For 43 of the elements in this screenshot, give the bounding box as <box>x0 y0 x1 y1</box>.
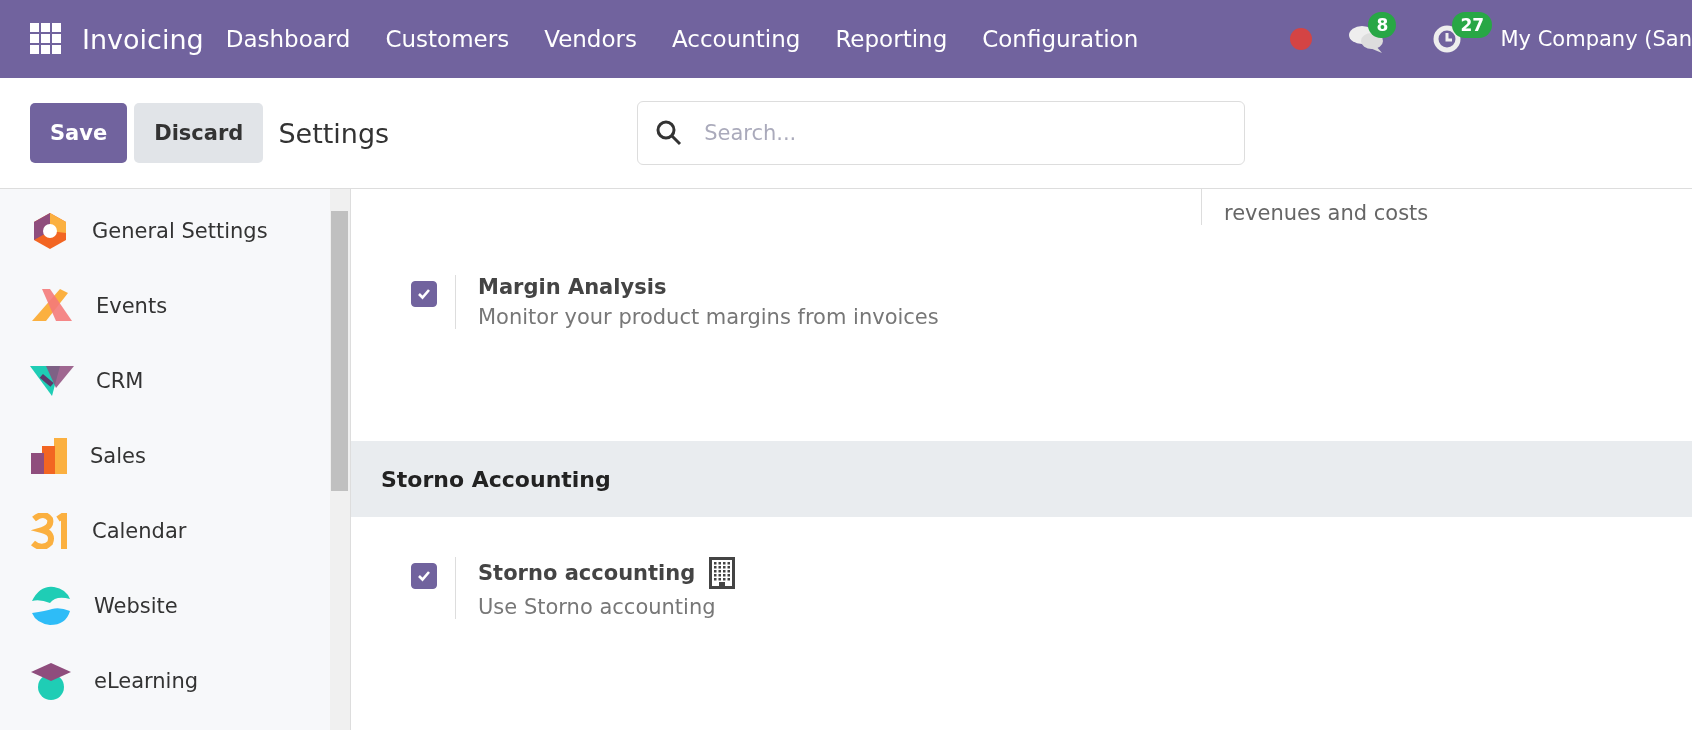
menu-item[interactable]: Customers <box>385 26 510 52</box>
handshake-logo-icon <box>30 365 74 396</box>
section-header: Storno Accounting <box>351 441 1692 517</box>
scrollbar-thumb[interactable] <box>331 211 348 491</box>
setting-description: revenues and costs <box>1224 201 1429 225</box>
setting-title: Margin Analysis <box>478 275 667 299</box>
discard-button[interactable]: Discard <box>134 103 264 163</box>
activity-count-badge: 27 <box>1452 12 1493 38</box>
checkmark-icon <box>417 288 431 300</box>
app-name[interactable]: Invoicing <box>82 23 204 55</box>
crossed-shapes-icon <box>30 288 74 323</box>
setting-description: Use Storno accounting <box>478 595 717 619</box>
sidebar-item[interactable]: Events <box>96 293 168 318</box>
status-dot <box>1290 28 1313 50</box>
menu-item[interactable]: Dashboard <box>225 26 351 52</box>
checkbox[interactable] <box>411 281 437 307</box>
sidebar-item[interactable]: Sales <box>90 443 146 468</box>
sidebar-item[interactable]: Website <box>94 593 178 618</box>
wave-logo-icon <box>30 584 72 627</box>
sidebar-item[interactable]: eLearning <box>94 668 199 693</box>
sidebar-item[interactable]: CRM <box>96 368 144 393</box>
checkmark-icon <box>417 570 431 582</box>
search-bar[interactable]: Search... <box>637 101 1246 165</box>
message-count-badge: 8 <box>1368 12 1397 38</box>
menu-item[interactable]: Vendors <box>544 26 637 52</box>
menu-item[interactable]: Reporting <box>835 26 948 52</box>
page-title: Settings <box>278 117 390 149</box>
apps-grid-icon[interactable] <box>30 23 62 55</box>
company-switcher[interactable]: My Company (San <box>1500 27 1692 51</box>
search-icon <box>656 120 683 146</box>
save-button[interactable]: Save <box>30 103 128 163</box>
setting-title: Storno accounting <box>478 561 696 585</box>
scrollbar[interactable] <box>330 189 351 730</box>
bar-chart-icon <box>30 437 68 474</box>
menu-item[interactable]: Accounting <box>672 26 801 52</box>
sidebar-item[interactable]: Calendar <box>92 518 187 543</box>
graduation-cap-icon <box>30 660 72 701</box>
checkbox[interactable] <box>411 563 437 589</box>
calendar-number-icon <box>30 512 70 549</box>
setting-description: Monitor your product margins from invoices <box>478 305 939 329</box>
sidebar-item[interactable]: General Settings <box>92 218 268 243</box>
clock-icon[interactable] <box>1432 24 1463 54</box>
menu-item[interactable]: Configuration <box>982 26 1139 52</box>
